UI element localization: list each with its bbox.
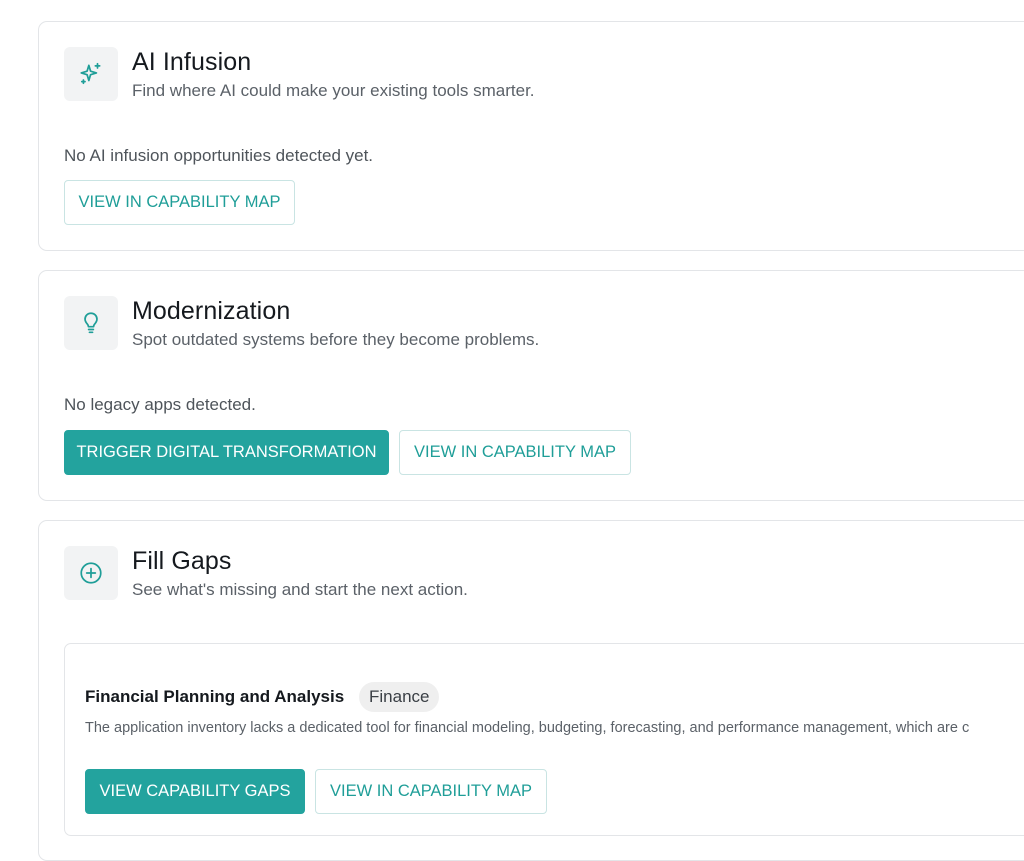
status-message: No legacy apps detected.	[64, 395, 256, 414]
view-capability-gaps-button[interactable]: VIEW CAPABILITY GAPS	[85, 769, 305, 814]
sparkles-icon	[64, 47, 118, 101]
section-subtitle: Find where AI could make your existing t…	[132, 81, 535, 100]
gap-item-description: The application inventory lacks a dedica…	[85, 720, 970, 736]
trigger-digital-transformation-button[interactable]: TRIGGER DIGITAL TRANSFORMATION	[64, 430, 389, 475]
view-in-capability-map-button[interactable]: VIEW IN CAPABILITY MAP	[315, 769, 547, 814]
section-title: Modernization	[132, 297, 291, 325]
gap-item-title: Financial Planning and Analysis	[85, 687, 345, 706]
modernization-card: Modernization Spot outdated systems befo…	[38, 270, 1024, 501]
fill-gaps-card: Fill Gaps See what's missing and start t…	[38, 520, 1024, 861]
view-in-capability-map-button[interactable]: VIEW IN CAPABILITY MAP	[399, 430, 631, 475]
status-message: No AI infusion opportunities detected ye…	[64, 146, 374, 165]
section-title: Fill Gaps	[132, 547, 232, 575]
section-subtitle: Spot outdated systems before they become…	[132, 330, 540, 349]
section-subtitle: See what's missing and start the next ac…	[132, 580, 468, 599]
section-title: AI Infusion	[132, 48, 252, 76]
gap-item: Financial Planning and Analysis Finance …	[64, 643, 1024, 836]
page: AI Infusion Find where AI could make you…	[0, 0, 1024, 861]
view-in-capability-map-button[interactable]: VIEW IN CAPABILITY MAP	[64, 180, 295, 225]
plus-circle-icon	[64, 546, 118, 600]
ai-infusion-card: AI Infusion Find where AI could make you…	[38, 21, 1024, 251]
category-badge: Finance	[359, 682, 440, 712]
lightbulb-icon	[64, 296, 118, 350]
